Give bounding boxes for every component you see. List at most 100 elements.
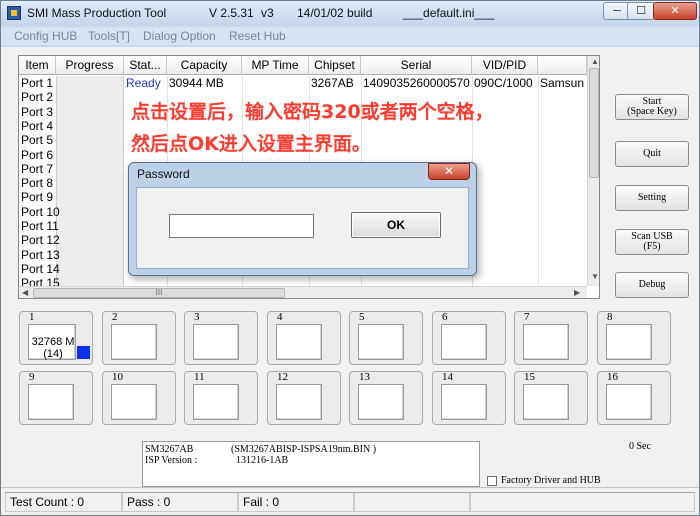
port-slot-3[interactable]: 3 (184, 311, 258, 365)
menu-dialog-option[interactable]: Dialog Option (143, 29, 216, 43)
slot-number: 13 (359, 371, 370, 383)
port-slot-11[interactable]: 11 (184, 371, 258, 425)
slot-number: 12 (277, 371, 288, 383)
menu-config-hub[interactable]: Config HUB (14, 29, 77, 43)
vertical-scroll-thumb[interactable] (589, 68, 599, 178)
debug-button[interactable]: Debug (615, 272, 689, 298)
start-button[interactable]: Start (Space Key) (615, 94, 689, 120)
port-label: Port 4 (21, 118, 54, 133)
port-slot-4[interactable]: 4 (267, 311, 341, 365)
port-slot-5[interactable]: 5 (349, 311, 423, 365)
slot-display: 32768 M (14) (28, 324, 76, 360)
build-tag: v3 (261, 6, 274, 20)
scroll-down-icon[interactable]: ▼ (591, 272, 599, 281)
app-icon (7, 6, 21, 20)
setting-button[interactable]: Setting (615, 185, 689, 211)
port-label: Port 15 (21, 276, 60, 287)
col-progress[interactable]: Progress (56, 56, 124, 75)
version-label: V 2.5.31 (209, 6, 254, 20)
port-label: Port 6 (21, 147, 54, 162)
menu-bar: Config HUB Tools[T] Dialog Option Reset … (1, 27, 699, 45)
password-input[interactable] (169, 214, 314, 238)
port-label: Port 7 (21, 161, 54, 176)
vid-pid-cell: 090C/1000 (474, 76, 533, 90)
port-slot-2[interactable]: 2 (102, 311, 176, 365)
fail-status: Fail : 0 (238, 492, 354, 512)
slot-display (606, 324, 652, 360)
port-label: Port 2 (21, 90, 54, 105)
col-vid-pid[interactable]: VID/PID (472, 56, 538, 75)
horizontal-scrollbar[interactable]: ◀ III ▶ (19, 286, 587, 298)
slot-number: 5 (359, 311, 365, 323)
firmware-info-box: SM3267AB (SM3267ABISP-ISPSA19nm.BIN ) IS… (142, 441, 480, 487)
port-slot-8[interactable]: 8 (597, 311, 671, 365)
col-capacity[interactable]: Capacity (167, 56, 242, 75)
slot-number: 3 (194, 311, 200, 323)
port-slot-13[interactable]: 13 (349, 371, 423, 425)
annotation-line-2: 然后点OK进入设置主界面。 (131, 133, 371, 155)
slot-display (358, 384, 404, 420)
slot-number: 7 (524, 311, 530, 323)
port-label: Port 10 (21, 204, 60, 219)
port-slot-10[interactable]: 10 (102, 371, 176, 425)
col-serial[interactable]: Serial (361, 56, 472, 75)
slot-number: 1 (29, 311, 35, 323)
slot-number: 14 (442, 371, 453, 383)
port-label: Port 8 (21, 176, 54, 191)
slot-number: 8 (607, 311, 613, 323)
menu-reset-hub[interactable]: Reset Hub (229, 29, 286, 43)
maximize-button[interactable]: ☐ (627, 2, 655, 20)
col-mp-time[interactable]: MP Time (242, 56, 309, 75)
slot-display (193, 324, 239, 360)
quit-button[interactable]: Quit (615, 141, 689, 167)
port-slot-6[interactable]: 6 (432, 311, 506, 365)
annotation-line-1: 点击设置后，输入密码320或者两个空格， (131, 101, 494, 123)
scroll-right-icon[interactable]: ▶ (574, 288, 580, 297)
port-slot-1[interactable]: 1 32768 M (14) (19, 311, 93, 365)
scan-usb-labels: Scan USB (F5) (631, 232, 672, 252)
col-status[interactable]: Stat... (124, 56, 167, 75)
col-item[interactable]: Item (19, 56, 56, 75)
client-area: Item Progress Stat... Capacity MP Time C… (1, 47, 699, 515)
col-vendor[interactable] (538, 56, 587, 75)
slot-number: 6 (442, 311, 448, 323)
port-slot-12[interactable]: 12 (267, 371, 341, 425)
menu-tools[interactable]: Tools[T] (88, 29, 130, 43)
port-label: Port 3 (21, 104, 54, 119)
factory-driver-option[interactable]: Factory Driver and HUB (487, 475, 601, 486)
title-bar[interactable]: SMI Mass Production Tool V 2.5.31 v3 14/… (1, 1, 699, 25)
scan-usb-button[interactable]: Scan USB (F5) (615, 229, 689, 255)
vertical-scrollbar[interactable]: ▲ ▼ (587, 56, 599, 286)
port-slot-9[interactable]: 9 (19, 371, 93, 425)
port-slot-7[interactable]: 7 (514, 311, 588, 365)
test-count-status: Test Count : 0 (5, 492, 122, 512)
ok-button[interactable]: OK (351, 212, 441, 238)
port-slot-16[interactable]: 16 (597, 371, 671, 425)
dialog-close-button[interactable]: ✕ (428, 163, 470, 180)
slot-display (441, 384, 487, 420)
factory-driver-checkbox[interactable] (487, 475, 497, 486)
scroll-left-icon[interactable]: ◀ (22, 288, 28, 297)
slot-number: 2 (112, 311, 118, 323)
chip-model: SM3267AB (145, 444, 194, 455)
dialog-body: OK (136, 187, 469, 269)
col-chipset[interactable]: Chipset (309, 56, 361, 75)
factory-driver-label: Factory Driver and HUB (501, 475, 601, 486)
scan-usb-shortcut: (F5) (643, 241, 661, 252)
port-label: Port 11 (21, 219, 59, 233)
vendor-cell: Samsun (540, 76, 585, 90)
port-slot-14[interactable]: 14 (432, 371, 506, 425)
pass-status: Pass : 0 (122, 492, 238, 512)
port-label: Port 9 (21, 190, 54, 205)
close-button[interactable]: ✕ (653, 2, 697, 20)
table-row[interactable]: Port 15 (19, 276, 587, 286)
slot-number: 10 (112, 371, 123, 383)
scroll-up-icon[interactable]: ▲ (591, 57, 599, 66)
main-window: SMI Mass Production Tool V 2.5.31 v3 14/… (0, 0, 700, 516)
table-row[interactable]: Port 1 Ready 30944 MB 3267AB 14090352600… (19, 76, 587, 90)
grid-header: Item Progress Stat... Capacity MP Time C… (19, 56, 587, 75)
horizontal-scroll-thumb[interactable]: III (33, 288, 285, 298)
port-slot-15[interactable]: 15 (514, 371, 588, 425)
slot-number: 4 (277, 311, 283, 323)
port-label: Port 14 (21, 261, 60, 276)
